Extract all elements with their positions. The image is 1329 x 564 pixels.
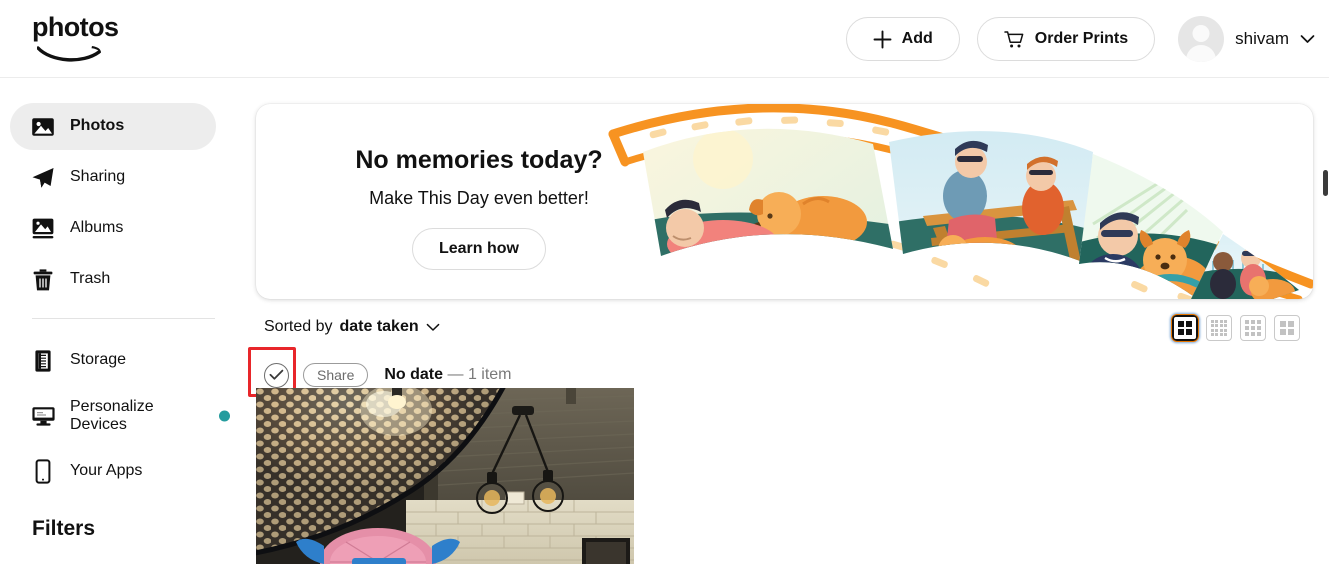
sidebar-item-trash[interactable]: Trash <box>10 256 216 303</box>
add-button-label: Add <box>901 30 933 47</box>
photo-section-header: Share No date — 1 item <box>248 347 512 397</box>
header-actions: Add Order Prints shivam <box>845 0 1315 78</box>
sort-value-label: date taken <box>339 318 419 335</box>
account-name: shivam <box>1235 29 1289 48</box>
mobile-phone-icon <box>30 459 56 485</box>
film-strip-memories-illustration <box>573 104 1313 299</box>
filters-heading: Filters <box>32 517 96 540</box>
sidebar-item-label: Trash <box>70 270 111 288</box>
amazon-photos-app: photos Add Order Prints shivam Photos Sh… <box>0 0 1329 564</box>
page-scrollbar-thumb[interactable] <box>1323 170 1328 196</box>
share-button[interactable]: Share <box>303 363 369 387</box>
content-toolbar: Sorted by date taken <box>256 314 1313 350</box>
add-button[interactable]: Add <box>845 17 960 61</box>
storage-icon <box>30 348 56 374</box>
view-mode-extra-small-grid[interactable] <box>1206 315 1232 341</box>
sidebar-item-label: Personalize Devices <box>70 397 154 433</box>
photo-icon <box>30 114 56 140</box>
app-header: photos Add Order Prints shivam <box>0 0 1329 78</box>
banner-text-block: No memories today? Make This Day even be… <box>314 146 644 270</box>
logo-wordmark: photos <box>32 12 119 42</box>
albums-icon <box>30 216 56 242</box>
main-content: No memories today? Make This Day even be… <box>240 78 1329 564</box>
view-mode-small-grid[interactable] <box>1240 315 1266 341</box>
amazon-smile-icon <box>37 46 101 62</box>
sidebar: Photos Sharing Albums Trash Storage Pers… <box>0 78 240 564</box>
account-menu[interactable]: shivam <box>1172 16 1315 62</box>
banner-subtitle: Make This Day even better! <box>369 188 589 208</box>
check-circle-icon <box>269 369 284 380</box>
sidebar-item-label: Your Apps <box>70 462 143 480</box>
select-all-checkmark-button[interactable] <box>248 347 296 397</box>
view-mode-mosaic[interactable] <box>1171 314 1199 342</box>
section-separator: — <box>447 366 464 383</box>
sidebar-item-your-apps[interactable]: Your Apps <box>10 448 216 495</box>
shopping-cart-icon <box>1004 30 1024 47</box>
chevron-down-icon <box>426 323 439 331</box>
paper-plane-icon <box>30 165 56 191</box>
amazon-photos-logo[interactable]: photos <box>32 14 152 64</box>
plus-icon <box>873 30 892 48</box>
sidebar-divider <box>32 318 215 319</box>
learn-how-button[interactable]: Learn how <box>411 228 546 270</box>
sidebar-item-personalize-devices[interactable]: Personalize Devices <box>10 388 230 444</box>
monitor-icon <box>30 403 56 429</box>
sort-by-dropdown[interactable]: Sorted by date taken <box>264 318 440 336</box>
sidebar-item-label: Photos <box>70 117 125 135</box>
sidebar-item-photos[interactable]: Photos <box>10 103 216 150</box>
view-mode-switcher <box>1171 314 1300 342</box>
memories-banner: No memories today? Make This Day even be… <box>256 104 1313 299</box>
section-date-label: No date <box>384 366 444 383</box>
photo-grid <box>256 388 634 564</box>
notification-badge-dot <box>219 410 230 422</box>
section-label: No date — 1 item <box>384 366 511 384</box>
chevron-down-icon <box>1300 35 1315 43</box>
trash-icon <box>30 267 56 293</box>
photo-thumbnail[interactable] <box>256 388 634 564</box>
sort-prefix-label: Sorted by <box>264 318 333 335</box>
section-count-label: 1 item <box>467 366 512 383</box>
sidebar-item-storage[interactable]: Storage <box>10 337 216 384</box>
sidebar-item-albums[interactable]: Albums <box>10 205 216 252</box>
view-mode-large-grid[interactable] <box>1274 315 1300 341</box>
sidebar-item-label: Sharing <box>70 168 126 186</box>
sidebar-item-sharing[interactable]: Sharing <box>10 154 216 201</box>
user-avatar-icon <box>1178 16 1225 62</box>
order-prints-button[interactable]: Order Prints <box>976 17 1156 61</box>
sidebar-item-label: Albums <box>70 219 124 237</box>
order-prints-label: Order Prints <box>1034 30 1129 47</box>
sidebar-item-label: Storage <box>70 351 127 369</box>
page-scrollbar-track[interactable] <box>1322 156 1329 564</box>
banner-title: No memories today? <box>355 146 603 174</box>
